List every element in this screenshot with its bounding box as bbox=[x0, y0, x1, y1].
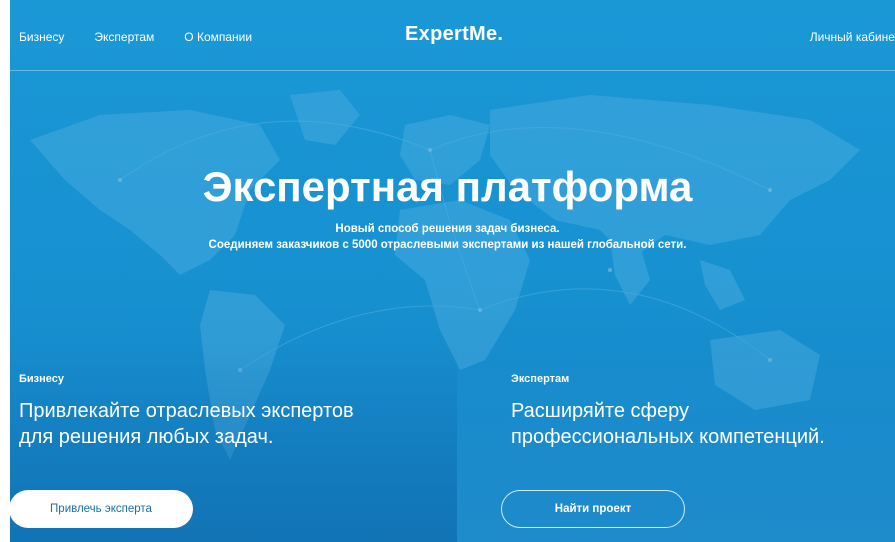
page-left-margin bbox=[0, 0, 10, 542]
experts-tag: Экспертам bbox=[511, 373, 570, 385]
hero-subtitle: Новый способ решения задач бизнеса. Соед… bbox=[0, 221, 895, 253]
site-header: Бизнесу Экспертам О Компании ExpertMe. Л… bbox=[10, 0, 895, 71]
business-tag: Бизнесу bbox=[19, 373, 64, 385]
experts-headline-line-1: Расширяйте сферу bbox=[511, 400, 690, 422]
nav-experts-link[interactable]: Экспертам bbox=[94, 30, 154, 44]
main-nav: Бизнесу Экспертам О Компании bbox=[19, 30, 252, 44]
experts-headline: Расширяйте сферу профессиональных компет… bbox=[511, 398, 825, 450]
hero-subtitle-line-1: Новый способ решения задач бизнеса. bbox=[335, 223, 560, 235]
nav-about-link[interactable]: О Компании bbox=[184, 30, 252, 44]
nav-business-link[interactable]: Бизнесу bbox=[19, 30, 64, 44]
find-project-button[interactable]: Найти проект bbox=[501, 490, 685, 528]
hire-expert-button[interactable]: Привлечь эксперта bbox=[9, 490, 193, 528]
personal-account-link[interactable]: Личный кабинет bbox=[810, 30, 895, 44]
business-headline: Привлекайте отраслевых экспертов для реш… bbox=[19, 398, 354, 450]
hero-subtitle-line-2: Соединяем заказчиков с 5000 отраслевыми … bbox=[208, 239, 687, 251]
hero-title: Экспертная платформа bbox=[202, 163, 693, 210]
experts-headline-line-2: профессиональных компетенций. bbox=[511, 426, 825, 448]
business-headline-line-1: Привлекайте отраслевых экспертов bbox=[19, 400, 354, 422]
site-logo[interactable]: ExpertMe. bbox=[405, 23, 503, 46]
business-headline-line-2: для решения любых задач. bbox=[19, 426, 274, 448]
hero-section: Бизнесу Экспертам О Компании ExpertMe. Л… bbox=[10, 0, 895, 542]
